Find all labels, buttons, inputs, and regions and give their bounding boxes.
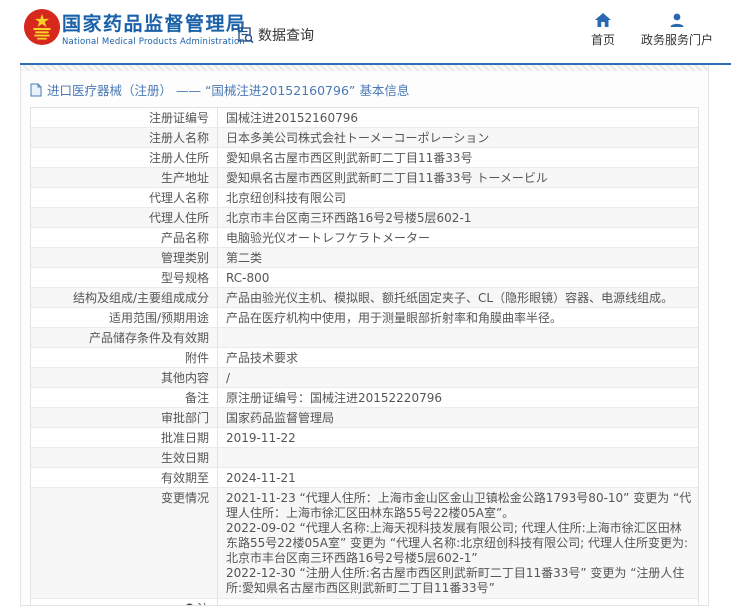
row-value: 产品技术要求 xyxy=(226,351,299,365)
row-value: 2019-11-22 xyxy=(226,431,296,445)
note-row: 注 详情 xyxy=(31,599,698,605)
row-label: 管理类别 xyxy=(31,248,218,267)
nav-data-query[interactable]: 数据查询 xyxy=(237,25,314,45)
row-value: / xyxy=(226,371,231,385)
table-row: 其他内容 / xyxy=(31,368,698,388)
nav-portal[interactable]: 政务服务门户 xyxy=(641,13,713,48)
row-value: 产品由验光仪主机、模拟眼、额托纸固定夹子、CL（隐形眼镜）容器、电源线组成。 xyxy=(226,291,674,305)
row-value: 2021-11-23 “代理人住所：上海市金山区金山卫镇松金公路1793号80-… xyxy=(226,491,692,595)
data-query-icon xyxy=(238,27,254,44)
row-value: 产品在医疗机构中使用，用于测量眼部折射率和角膜曲率半径。 xyxy=(226,311,563,325)
row-value xyxy=(218,328,698,347)
row-value: 国家药品监督管理局 xyxy=(226,411,335,425)
row-value: 原注册证编号：国械注进20152220796 xyxy=(226,391,442,405)
table-row: 注册人名称 日本多美公司株式会社トーメーコーポレーション xyxy=(31,128,698,148)
document-icon xyxy=(30,83,42,96)
table-row: 结构及组成/主要组成成分 产品由验光仪主机、模拟眼、额托纸固定夹子、CL（隐形眼… xyxy=(31,288,698,308)
note-label-cell: 注 xyxy=(31,599,218,605)
row-value xyxy=(218,448,698,467)
row-label: 批准日期 xyxy=(31,428,218,447)
table-row: 生产地址 愛知県名古屋市西区則武新町二丁目11番33号 トーメービル xyxy=(31,168,698,188)
row-label: 变更情况 xyxy=(31,488,218,598)
table-row: 产品储存条件及有效期 xyxy=(31,328,698,348)
home-icon xyxy=(594,13,611,27)
content-panel: 进口医疗器械（注册） —— “国械注进20152160796” 基本信息 注册证… xyxy=(20,65,709,606)
row-value: 北京市丰台区南三环西路16号2号楼5层602-1 xyxy=(226,211,472,225)
row-value: 日本多美公司株式会社トーメーコーポレーション xyxy=(226,131,490,145)
org-name-en: National Medical Products Administration xyxy=(62,37,245,47)
row-label: 产品储存条件及有效期 xyxy=(31,328,218,347)
site-header: 国家药品监督管理局 National Medical Products Admi… xyxy=(0,0,731,63)
table-row: 生效日期 xyxy=(31,448,698,468)
table-row: 注册证编号 国械注进20152160796 xyxy=(31,108,698,128)
row-value: 愛知県名古屋市西区則武新町二丁目11番33号 トーメービル xyxy=(226,171,548,185)
row-value: 愛知県名古屋市西区則武新町二丁目11番33号 xyxy=(226,151,473,165)
table-row: 注册人住所 愛知県名古屋市西区則武新町二丁目11番33号 xyxy=(31,148,698,168)
nav-home-label: 首页 xyxy=(590,33,615,47)
row-label: 代理人住所 xyxy=(31,208,218,227)
row-value: 2024-11-21 xyxy=(226,471,296,485)
table-row: 适用范围/预期用途 产品在医疗机构中使用，用于测量眼部折射率和角膜曲率半径。 xyxy=(31,308,698,328)
nav-portal-label: 政务服务门户 xyxy=(640,33,713,47)
page-title: 进口医疗器械（注册） —— “国械注进20152160796” 基本信息 xyxy=(47,83,410,98)
table-row: 备注 原注册证编号：国械注进20152220796 xyxy=(31,388,698,408)
row-value: 北京纽创科技有限公司 xyxy=(226,191,347,205)
row-label: 结构及组成/主要组成成分 xyxy=(31,288,218,307)
row-label: 其他内容 xyxy=(31,368,218,387)
table-row: 有效期至 2024-11-21 xyxy=(31,468,698,488)
brand: 国家药品监督管理局 National Medical Products Admi… xyxy=(62,12,247,47)
note-value-cell: 详情 xyxy=(218,599,698,605)
org-name-cn: 国家药品监督管理局 xyxy=(62,13,247,35)
table-row: 型号规格 RC-800 xyxy=(31,268,698,288)
row-value: RC-800 xyxy=(226,271,270,285)
row-label: 注册证编号 xyxy=(31,108,218,127)
national-emblem-logo xyxy=(23,8,61,46)
row-value: 国械注进20152160796 xyxy=(226,111,358,125)
page-title-bar: 进口医疗器械（注册） —— “国械注进20152160796” 基本信息 xyxy=(21,71,708,107)
row-label: 生效日期 xyxy=(31,448,218,467)
table-row: 附件 产品技术要求 xyxy=(31,348,698,368)
table-row: 变更情况 2021-11-23 “代理人住所：上海市金山区金山卫镇松金公路179… xyxy=(31,488,698,599)
header-nav: 首页 政务服务门户 xyxy=(591,13,713,48)
row-label: 代理人名称 xyxy=(31,188,218,207)
row-value: 第二类 xyxy=(226,251,263,265)
row-label: 型号规格 xyxy=(31,268,218,287)
row-value: 电脑验光仪オートレフケラトメーター xyxy=(226,231,431,245)
row-label: 附件 xyxy=(31,348,218,367)
row-label: 适用范围/预期用途 xyxy=(31,308,218,327)
table-row: 代理人住所 北京市丰台区南三环西路16号2号楼5层602-1 xyxy=(31,208,698,228)
table-row: 批准日期 2019-11-22 xyxy=(31,428,698,448)
data-query-label: 数据查询 xyxy=(258,28,314,44)
table-row: 审批部门 国家药品监督管理局 xyxy=(31,408,698,428)
row-label: 备注 xyxy=(31,388,218,407)
row-label: 注册人名称 xyxy=(31,128,218,147)
row-label: 注册人住所 xyxy=(31,148,218,167)
table-row: 产品名称 电脑验光仪オートレフケラトメーター xyxy=(31,228,698,248)
note-label: 注 xyxy=(197,602,209,605)
row-label: 生产地址 xyxy=(31,168,218,187)
row-label: 审批部门 xyxy=(31,408,218,427)
row-label: 产品名称 xyxy=(31,228,218,247)
row-label: 有效期至 xyxy=(31,468,218,487)
info-table: 注册证编号 国械注进20152160796 注册人名称 日本多美公司株式会社トー… xyxy=(30,107,699,605)
note-icon xyxy=(186,603,193,605)
nav-home[interactable]: 首页 xyxy=(591,13,615,48)
table-row: 代理人名称 北京纽创科技有限公司 xyxy=(31,188,698,208)
table-row: 管理类别 第二类 xyxy=(31,248,698,268)
user-icon xyxy=(670,13,684,27)
